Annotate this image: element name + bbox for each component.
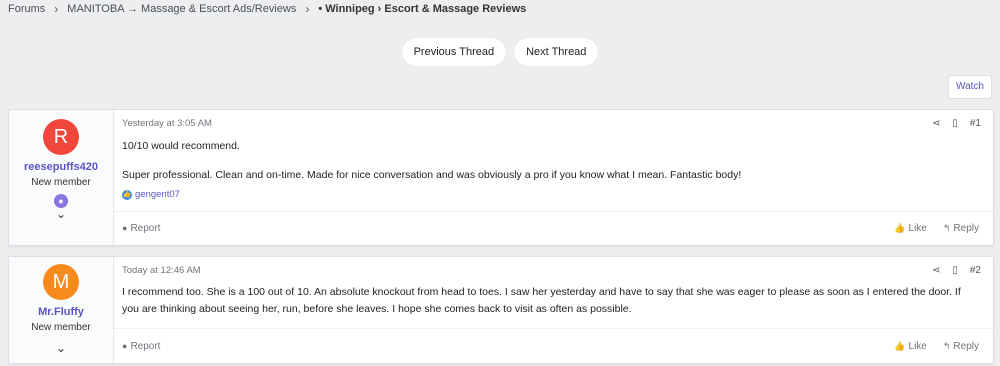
like-label: Like (908, 340, 927, 352)
like-reaction-icon: 👍 (122, 189, 132, 200)
like-icon: 👍 (894, 223, 906, 233)
reaction-bar[interactable]: 👍 gengent07 (122, 189, 180, 200)
bookmark-icon[interactable]: ▯ (952, 265, 958, 276)
breadcrumb-forums[interactable]: Forums (8, 3, 45, 15)
breadcrumb: Forums › MANITOBA → Massage & Escort Ads… (8, 2, 526, 16)
share-icon[interactable]: ⋖ (932, 118, 940, 129)
avatar[interactable]: M (43, 264, 79, 300)
report-icon: ● (122, 340, 128, 351)
breadcrumb-manitoba[interactable]: MANITOBA → Massage & Escort Ads/Reviews (67, 3, 296, 15)
reply-icon: ↰ (942, 223, 951, 233)
next-thread-button[interactable]: Next Thread (514, 38, 599, 66)
like-button[interactable]: 👍 Like (894, 223, 927, 234)
reply-label: Reply (953, 223, 979, 234)
post-text: Super professional. Clean and on-time. M… (122, 169, 742, 181)
reaction-user[interactable]: gengent07 (135, 189, 180, 200)
post-user-cell: M Mr.Fluffy New member ⌄ (9, 257, 114, 363)
chevron-right-icon: › (54, 2, 59, 16)
report-button[interactable]: ● Report (122, 341, 160, 352)
like-icon: 👍 (894, 340, 906, 351)
reply-button[interactable]: ↰ Reply (943, 341, 979, 352)
bookmark-icon[interactable]: ▯ (952, 118, 958, 129)
watch-button[interactable]: Watch (948, 75, 992, 99)
report-label: Report (130, 223, 161, 234)
post-main: Yesterday at 3:05 AM ⋖ ▯ #1 10/10 would … (114, 110, 993, 245)
post-tools: ⋖ ▯ #2 (932, 265, 981, 276)
previous-thread-button[interactable]: Previous Thread (401, 38, 507, 66)
post-text: I recommend too. She is a 100 out of 10.… (122, 286, 961, 315)
thread-navigation: Previous Thread Next Thread (0, 38, 1000, 66)
post-text: 10/10 would recommend. (122, 140, 240, 152)
reply-button[interactable]: ↰ Reply (943, 223, 979, 234)
post-user-cell: R reesepuffs420 New member ● ⌄ (9, 110, 114, 245)
report-label: Report (130, 340, 161, 352)
post-footer: ● Report 👍 Like ↰ Reply (114, 211, 993, 245)
user-title: New member (31, 177, 91, 188)
user-title: New member (31, 322, 91, 333)
reply-icon: ↰ (942, 340, 951, 351)
post: M Mr.Fluffy New member ⌄ Today at 12:46 … (8, 256, 994, 364)
post-timestamp[interactable]: Yesterday at 3:05 AM (122, 118, 212, 129)
username[interactable]: Mr.Fluffy (9, 306, 113, 318)
post-number[interactable]: #1 (970, 118, 981, 129)
post-tools: ⋖ ▯ #1 (932, 118, 981, 129)
member-badge-icon: ● (54, 194, 68, 208)
username[interactable]: reesepuffs420 (9, 161, 113, 173)
chevron-down-icon[interactable]: ⌄ (9, 341, 113, 355)
breadcrumb-current[interactable]: • Winnipeg › Escort & Massage Reviews (318, 3, 526, 15)
avatar[interactable]: R (43, 119, 79, 155)
post-footer: ● Report 👍 Like ↰ Reply (114, 328, 993, 363)
report-button[interactable]: ● Report (122, 223, 160, 234)
like-label: Like (908, 223, 927, 234)
like-button[interactable]: 👍 Like (894, 341, 927, 352)
post: R reesepuffs420 New member ● ⌄ Yesterday… (8, 109, 994, 246)
chevron-down-icon[interactable]: ⌄ (9, 207, 113, 221)
share-icon[interactable]: ⋖ (932, 265, 940, 276)
post-timestamp[interactable]: Today at 12:46 AM (122, 265, 201, 276)
reply-label: Reply (953, 340, 979, 352)
post-main: Today at 12:46 AM ⋖ ▯ #2 I recommend too… (114, 257, 993, 363)
post-number[interactable]: #2 (970, 265, 981, 276)
report-icon: ● (122, 223, 128, 233)
chevron-right-icon: › (305, 2, 310, 16)
